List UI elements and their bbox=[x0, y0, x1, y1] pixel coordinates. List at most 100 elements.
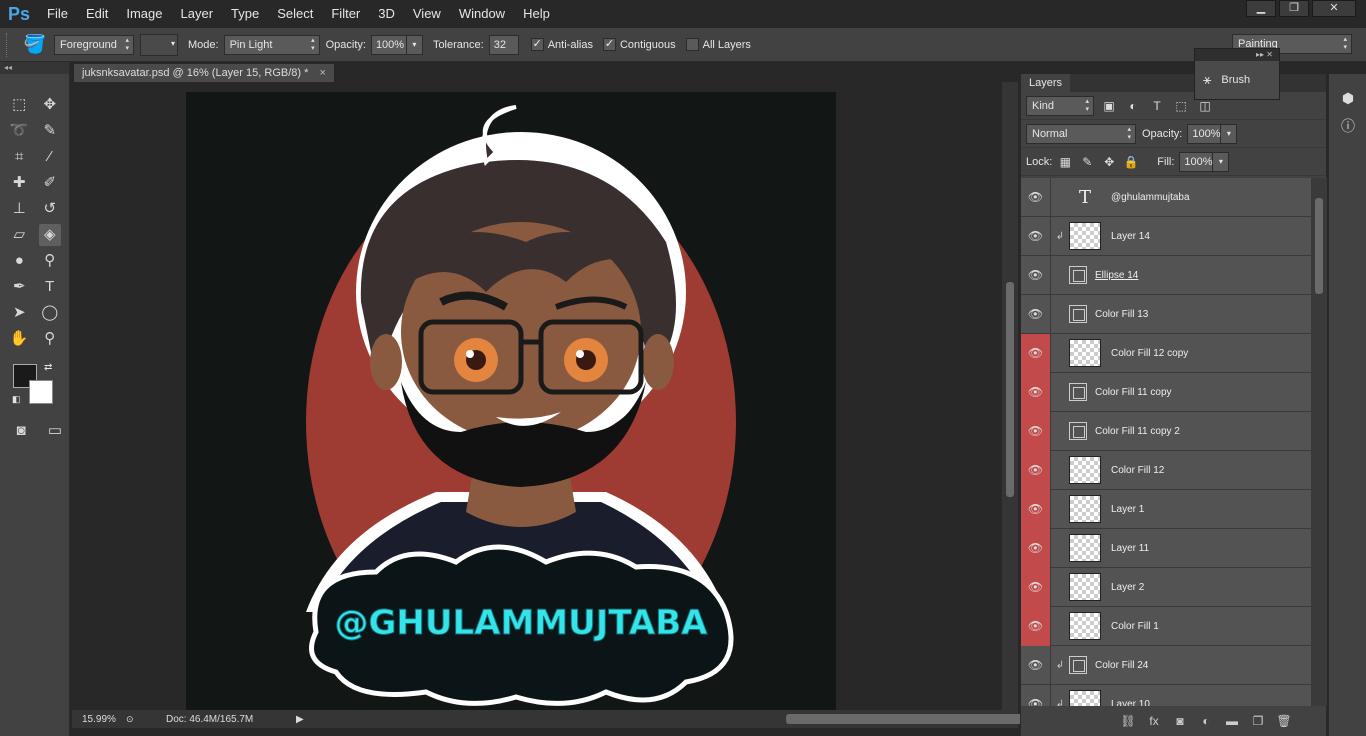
healing-brush-tool-icon[interactable]: ✚ bbox=[8, 172, 31, 194]
swap-colors-icon[interactable]: ⇄ bbox=[44, 362, 52, 373]
close-document-icon[interactable]: × bbox=[319, 67, 325, 79]
layer-name[interactable]: @ghulammujtaba bbox=[1111, 192, 1190, 203]
menu-file[interactable]: File bbox=[38, 0, 77, 28]
eraser-tool-icon[interactable]: ▱ bbox=[8, 224, 31, 246]
menu-layer[interactable]: Layer bbox=[172, 0, 223, 28]
layer-row[interactable]: 👁 Color Fill 11 copy bbox=[1021, 372, 1311, 412]
mode-select[interactable]: Pin Light bbox=[223, 34, 320, 55]
minimize-button[interactable]: ▁ bbox=[1246, 0, 1276, 17]
layer-name[interactable]: Color Fill 24 bbox=[1095, 660, 1148, 671]
opacity-field[interactable]: 100% bbox=[370, 34, 407, 55]
move-tool-icon[interactable]: ✥ bbox=[39, 94, 62, 116]
ellipse-tool-icon[interactable]: ◯ bbox=[39, 302, 62, 324]
menu-filter[interactable]: Filter bbox=[322, 0, 369, 28]
layer-style-icon[interactable]: fx bbox=[1141, 714, 1167, 728]
zoom-level[interactable]: 15.99% bbox=[82, 714, 126, 725]
filter-smart-object-icon[interactable]: ◫ bbox=[1196, 99, 1214, 113]
history-brush-tool-icon[interactable]: ↺ bbox=[39, 198, 62, 220]
layer-visibility-eye-icon[interactable]: 👁 bbox=[1021, 255, 1051, 295]
pattern-picker[interactable] bbox=[140, 33, 178, 56]
layer-thumbnail[interactable] bbox=[1069, 339, 1101, 367]
layer-row[interactable]: 👁 T @ghulammujtaba bbox=[1021, 178, 1311, 217]
tools-collapse-icon[interactable]: ◂◂ bbox=[0, 62, 69, 74]
new-group-icon[interactable]: ▬ bbox=[1219, 714, 1245, 728]
info-icon[interactable]: ⓘ bbox=[1329, 114, 1366, 138]
menu-edit[interactable]: Edit bbox=[77, 0, 117, 28]
layer-row[interactable]: 👁 Color Fill 12 copy bbox=[1021, 333, 1311, 373]
menu-help[interactable]: Help bbox=[514, 0, 559, 28]
eyedropper-tool-icon[interactable]: ⁄ bbox=[39, 146, 62, 168]
delete-layer-icon[interactable]: 🗑 bbox=[1271, 714, 1297, 728]
link-layers-icon[interactable]: ⛓ bbox=[1115, 714, 1141, 728]
layer-row[interactable]: 👁 ↲ Color Fill 24 bbox=[1021, 645, 1311, 685]
paint-bucket-tool-icon[interactable]: ◈ bbox=[38, 224, 61, 246]
layer-visibility-eye-icon[interactable]: 👁 bbox=[1021, 567, 1051, 607]
lock-transparency-icon[interactable]: ▦ bbox=[1057, 155, 1073, 169]
fill-field[interactable]: 100% bbox=[1179, 151, 1214, 172]
layer-name[interactable]: Layer 11 bbox=[1111, 543, 1149, 554]
layer-thumbnail[interactable] bbox=[1069, 495, 1101, 523]
lock-pixels-icon[interactable]: ✎ bbox=[1079, 155, 1095, 169]
layer-row[interactable]: 👁 ↲ Layer 14 bbox=[1021, 216, 1311, 256]
shape-layer-thumbnail[interactable] bbox=[1069, 656, 1087, 674]
crop-tool-icon[interactable]: ⌗ bbox=[8, 146, 31, 168]
layer-visibility-eye-icon[interactable]: 👁 bbox=[1021, 372, 1051, 412]
libraries-icon[interactable]: ⬢ bbox=[1329, 86, 1366, 110]
clone-stamp-tool-icon[interactable]: ⊥ bbox=[8, 198, 31, 220]
layer-row[interactable]: 👁 Layer 2 bbox=[1021, 567, 1311, 607]
layer-name[interactable]: Layer 10 bbox=[1111, 699, 1150, 707]
layer-name[interactable]: Color Fill 11 copy 2 bbox=[1095, 426, 1180, 437]
layer-visibility-eye-icon[interactable]: 👁 bbox=[1021, 411, 1051, 451]
document-tab[interactable]: juksnksavatar.psd @ 16% (Layer 15, RGB/8… bbox=[74, 64, 334, 82]
layer-thumbnail[interactable] bbox=[1069, 573, 1101, 601]
filter-type-icon[interactable]: T bbox=[1148, 99, 1166, 113]
layer-visibility-eye-icon[interactable]: 👁 bbox=[1021, 216, 1051, 256]
canvas-area[interactable]: @GHULAMMUJTABA bbox=[72, 82, 1002, 710]
all-layers-checkbox[interactable] bbox=[685, 38, 699, 51]
filter-adjustment-icon[interactable]: ◐ bbox=[1124, 99, 1142, 113]
quick-mask-icon[interactable]: ◙ bbox=[8, 420, 34, 442]
layer-thumbnail[interactable] bbox=[1069, 456, 1101, 484]
brush-panel-label[interactable]: Brush bbox=[1221, 74, 1250, 86]
quick-select-tool-icon[interactable]: ✎ bbox=[39, 120, 62, 142]
tolerance-field[interactable]: 32 bbox=[488, 34, 519, 55]
layer-row[interactable]: 👁 Color Fill 11 copy 2 bbox=[1021, 411, 1311, 451]
canvas-horizontal-scrollbar[interactable] bbox=[310, 710, 1038, 728]
close-button[interactable]: ✕ bbox=[1312, 0, 1356, 17]
layers-scrollbar[interactable] bbox=[1311, 178, 1327, 706]
layer-thumbnail[interactable] bbox=[1069, 534, 1101, 562]
layer-thumbnail[interactable] bbox=[1069, 690, 1101, 706]
shape-layer-thumbnail[interactable] bbox=[1069, 266, 1087, 284]
shape-layer-thumbnail[interactable] bbox=[1069, 422, 1087, 440]
screen-mode-icon[interactable]: ▭ bbox=[42, 420, 68, 442]
hand-tool-icon[interactable]: ✋ bbox=[8, 328, 31, 350]
layers-scroll-thumb[interactable] bbox=[1315, 198, 1323, 294]
layer-name[interactable]: Color Fill 11 copy bbox=[1095, 387, 1172, 398]
adjustment-layer-icon[interactable]: ◐ bbox=[1193, 714, 1219, 728]
opacity-dropdown-icon[interactable]: ▾ bbox=[406, 34, 423, 55]
layer-name[interactable]: Layer 14 bbox=[1111, 231, 1150, 242]
layer-opacity-dropdown-icon[interactable]: ▾ bbox=[1221, 123, 1238, 144]
artwork-canvas[interactable]: @GHULAMMUJTABA bbox=[186, 92, 836, 710]
layer-row[interactable]: 👁 Color Fill 1 bbox=[1021, 606, 1311, 646]
layer-row[interactable]: 👁 Layer 11 bbox=[1021, 528, 1311, 568]
layer-name[interactable]: Color Fill 12 bbox=[1111, 465, 1164, 476]
default-colors-icon[interactable]: ◧ bbox=[12, 394, 21, 405]
layer-row[interactable]: 👁 ↲ Layer 10 bbox=[1021, 684, 1311, 707]
lock-position-icon[interactable]: ✥ bbox=[1101, 155, 1117, 169]
filter-pixel-icon[interactable]: ▣ bbox=[1100, 99, 1118, 113]
blur-tool-icon[interactable]: ● bbox=[8, 250, 31, 272]
layer-thumbnail[interactable] bbox=[1069, 612, 1101, 640]
menu-view[interactable]: View bbox=[404, 0, 450, 28]
fill-dropdown-icon[interactable]: ▾ bbox=[1213, 151, 1230, 172]
status-options-icon[interactable]: ⊙ bbox=[126, 714, 166, 725]
pen-tool-icon[interactable]: ✒ bbox=[8, 276, 31, 298]
layer-visibility-eye-icon[interactable]: 👁 bbox=[1021, 450, 1051, 490]
new-layer-icon[interactable]: ❐ bbox=[1245, 714, 1271, 728]
layer-thumbnail[interactable] bbox=[1069, 222, 1101, 250]
text-layer-icon[interactable]: T bbox=[1069, 187, 1101, 208]
status-menu-arrow-icon[interactable]: ▶ bbox=[296, 714, 310, 725]
restore-button[interactable]: ❐ bbox=[1279, 0, 1309, 17]
layer-visibility-eye-icon[interactable]: 👁 bbox=[1021, 489, 1051, 529]
lasso-tool-icon[interactable]: ➰ bbox=[8, 120, 31, 142]
